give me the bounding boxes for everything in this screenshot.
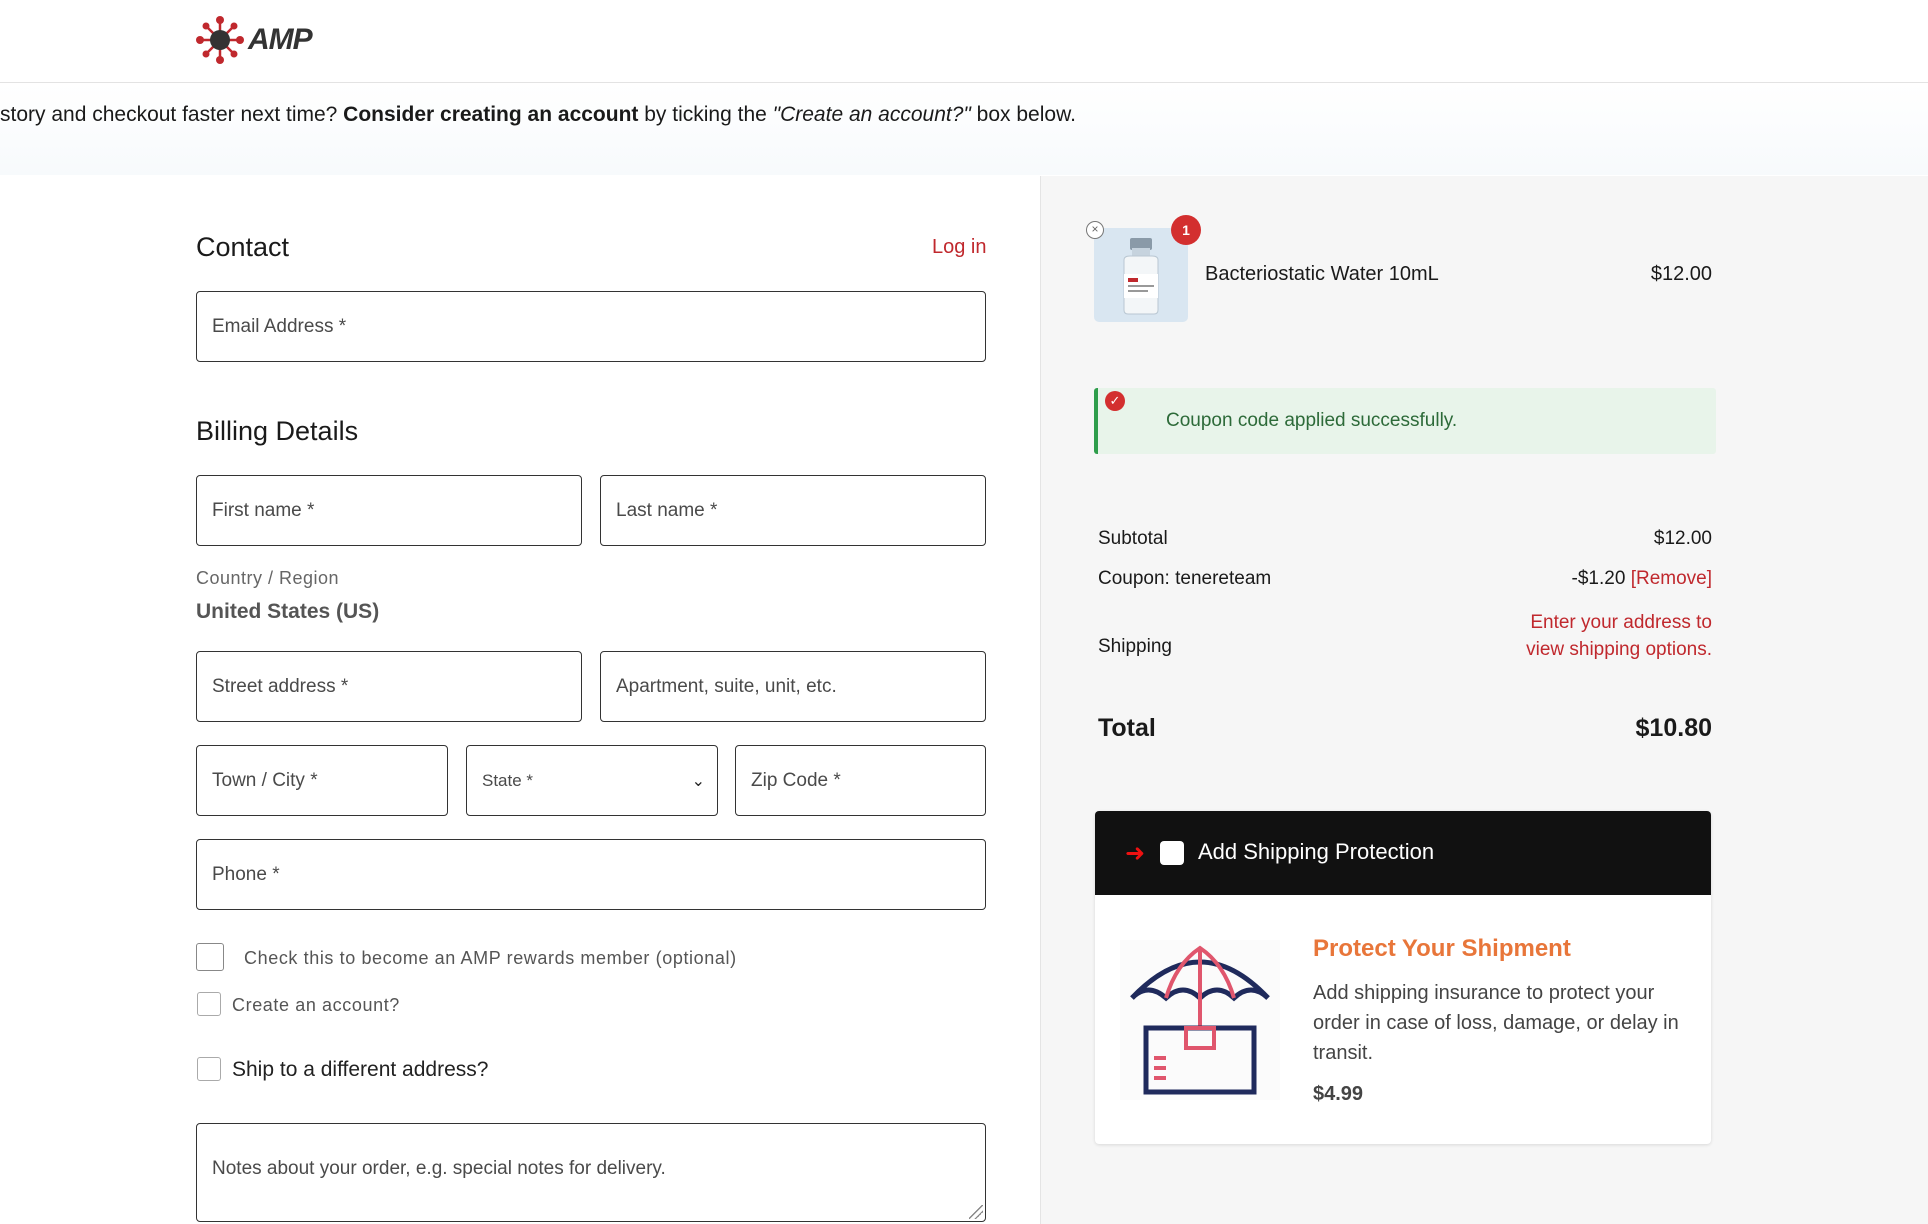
notice-text: story and checkout faster next time? Con…	[0, 103, 1076, 127]
city-field[interactable]: Town / City *	[196, 745, 448, 816]
last-name-field[interactable]: Last name *	[600, 475, 986, 546]
shipping-label: Shipping	[1098, 636, 1172, 657]
ship-different-checkbox[interactable]	[197, 1057, 221, 1081]
state-placeholder: State *	[482, 770, 534, 790]
order-notes-textarea[interactable]: Notes about your order, e.g. special not…	[196, 1123, 986, 1222]
notes-placeholder: Notes about your order, e.g. special not…	[212, 1158, 666, 1179]
remove-item-icon[interactable]: ×	[1086, 221, 1104, 239]
coupon-row-value: -$1.20 [Remove]	[1572, 568, 1712, 590]
coupon-discount-value: -$1.20	[1571, 568, 1626, 589]
notice-bold: Consider creating an account	[343, 103, 639, 126]
create-account-label: Create an account?	[232, 995, 400, 1015]
email-placeholder: Email Address *	[212, 315, 347, 337]
state-select[interactable]: State * ⌄	[466, 745, 718, 816]
create-account-checkbox[interactable]	[197, 992, 221, 1016]
first-name-placeholder: First name *	[212, 499, 315, 521]
shipping-protection-box: ➜ Add Shipping Protection Protect Your S…	[1095, 811, 1711, 1144]
phone-field[interactable]: Phone *	[196, 839, 986, 910]
coupon-success-message: ✓ Coupon code applied successfully.	[1094, 388, 1716, 454]
product-thumbnail	[1094, 228, 1188, 322]
shipping-note: Enter your address to view shipping opti…	[1526, 612, 1712, 660]
quantity-badge: 1	[1171, 215, 1201, 245]
arrow-right-icon: ➜	[1125, 840, 1146, 867]
protection-price: $4.99	[1313, 1083, 1364, 1105]
subtotal-label: Subtotal	[1098, 528, 1168, 549]
chevron-down-icon: ⌄	[691, 772, 705, 790]
amp-logo[interactable]: AMP	[196, 16, 313, 64]
notice-italic: "Create an account?"	[772, 103, 971, 126]
subtotal-value: $12.00	[1653, 528, 1712, 549]
ship-different-label: Ship to a different address?	[232, 1058, 489, 1081]
billing-title: Billing Details	[196, 416, 359, 446]
email-field[interactable]: Email Address *	[196, 291, 986, 362]
shipping-protection-header[interactable]: ➜ Add Shipping Protection	[1095, 811, 1711, 895]
umbrella-package-icon	[1120, 940, 1280, 1100]
contact-title: Contact	[196, 232, 290, 262]
coupon-success-text: Coupon code applied successfully.	[1166, 410, 1458, 431]
total-label: Total	[1098, 714, 1156, 742]
coupon-label: Coupon: tenereteam	[1098, 568, 1272, 589]
street-address-field[interactable]: Street address *	[196, 651, 582, 722]
shipping-protection-label: Add Shipping Protection	[1198, 839, 1435, 864]
login-link[interactable]: Log in	[932, 236, 987, 259]
apartment-field[interactable]: Apartment, suite, unit, etc.	[600, 651, 986, 722]
product-name: Bacteriostatic Water 10mL	[1205, 263, 1439, 285]
shipping-protection-checkbox[interactable]	[1160, 841, 1184, 865]
zip-placeholder: Zip Code *	[751, 769, 841, 791]
street-placeholder: Street address *	[212, 675, 349, 697]
total-value: $10.80	[1635, 714, 1712, 742]
logo-text: AMP	[248, 23, 313, 56]
remove-coupon-link[interactable]: [Remove]	[1631, 568, 1712, 589]
country-value: United States (US)	[196, 600, 380, 623]
protection-description: Add shipping insurance to protect your o…	[1313, 982, 1679, 1064]
vial-icon	[1123, 238, 1159, 315]
country-label: Country / Region	[196, 568, 340, 588]
phone-placeholder: Phone *	[212, 863, 280, 885]
rewards-label: Check this to become an AMP rewards memb…	[244, 948, 737, 968]
notice-part1: story and checkout faster next time?	[0, 103, 344, 126]
product-price: $12.00	[1650, 263, 1712, 285]
account-notice: story and checkout faster next time? Con…	[0, 83, 1928, 175]
zip-code-field[interactable]: Zip Code *	[735, 745, 986, 816]
rewards-checkbox[interactable]	[196, 943, 224, 971]
first-name-field[interactable]: First name *	[196, 475, 582, 546]
site-header: AMP	[0, 0, 1928, 83]
city-placeholder: Town / City *	[212, 769, 318, 791]
last-name-placeholder: Last name *	[616, 499, 718, 521]
check-circle-icon: ✓	[1105, 391, 1125, 411]
notice-part3: box below.	[970, 103, 1076, 126]
amp-logo-icon	[196, 16, 244, 64]
notice-part2: by ticking the	[638, 103, 773, 126]
resize-handle-icon[interactable]	[969, 1205, 983, 1219]
apartment-placeholder: Apartment, suite, unit, etc.	[616, 675, 837, 697]
protection-title: Protect Your Shipment	[1313, 935, 1571, 962]
